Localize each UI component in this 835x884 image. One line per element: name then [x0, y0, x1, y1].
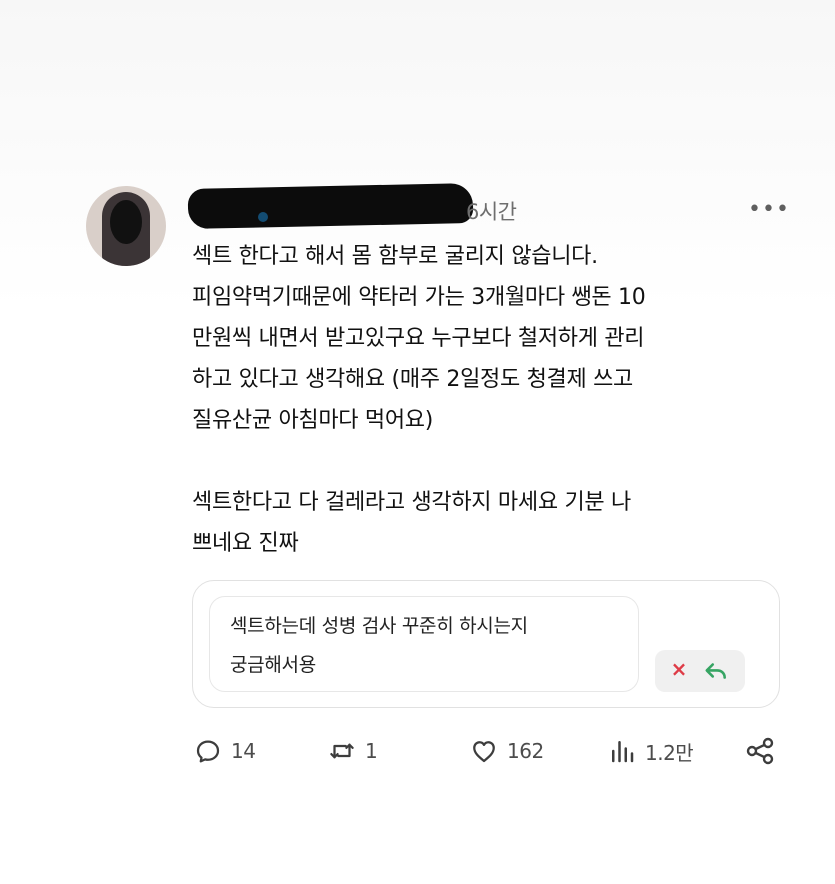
- like-count: 162: [507, 739, 544, 763]
- reply-icon: [192, 735, 224, 767]
- reply-button[interactable]: 14: [192, 733, 256, 769]
- close-icon[interactable]: ×: [667, 657, 691, 681]
- reply-arrow-icon[interactable]: [703, 658, 729, 684]
- post-body: 섹트 한다고 해서 몸 함부로 굴리지 않습니다. 피임약먹기때문에 약타러 가…: [192, 244, 646, 556]
- redacted-username: [187, 183, 474, 229]
- share-icon: [744, 735, 776, 767]
- reply-preview-text: 섹트하는데 성병 검사 꾸준히 하시는지 궁금해서용: [230, 615, 528, 676]
- reply-preview-box[interactable]: 섹트하는데 성병 검사 꾸준히 하시는지 궁금해서용: [209, 596, 639, 692]
- avatar-blur: [110, 200, 142, 244]
- share-button[interactable]: [744, 733, 776, 769]
- repost-count: 1: [365, 739, 378, 763]
- views-button[interactable]: 1.2만: [606, 733, 694, 769]
- repost-icon: [326, 735, 358, 767]
- reply-actions: ×: [655, 650, 745, 692]
- heart-icon: [468, 735, 500, 767]
- more-icon[interactable]: •••: [748, 198, 789, 222]
- view-count: 1.2만: [645, 740, 694, 765]
- engagement-bar: 14 1 162 1.2만: [192, 733, 782, 771]
- reply-card: 섹트하는데 성병 검사 꾸준히 하시는지 궁금해서용 ×: [192, 580, 780, 708]
- repost-button[interactable]: 1: [326, 733, 378, 769]
- like-button[interactable]: 162: [468, 733, 544, 769]
- post-screen: 6시간 ••• 섹트 한다고 해서 몸 함부로 굴리지 않습니다. 피임약먹기때…: [0, 0, 835, 884]
- profile-avatar[interactable]: [86, 186, 166, 266]
- post-timestamp: 6시간: [466, 200, 517, 224]
- verified-dot: [258, 212, 268, 222]
- reply-count: 14: [231, 739, 256, 763]
- views-icon: [606, 735, 638, 767]
